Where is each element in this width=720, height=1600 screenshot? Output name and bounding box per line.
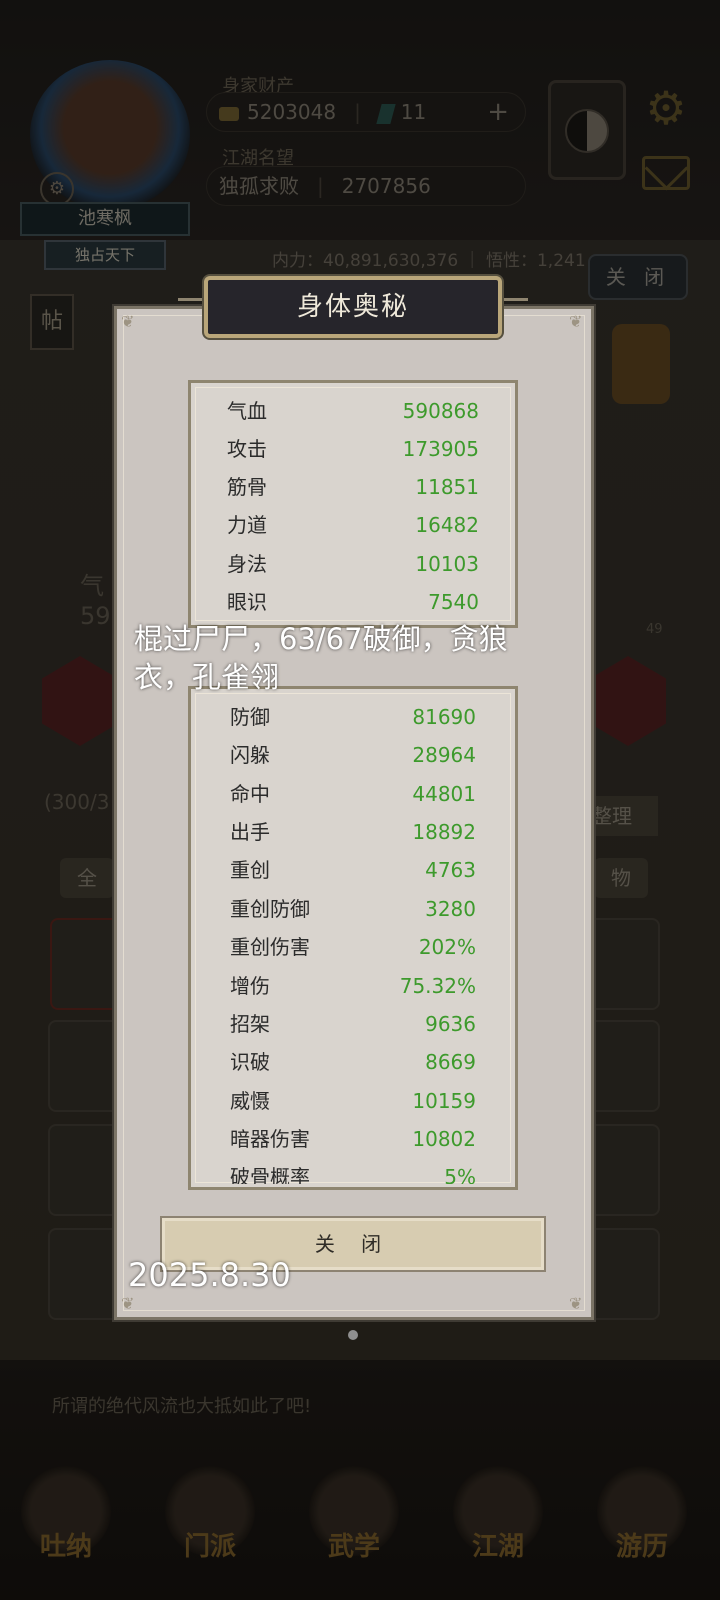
stat-name: 增伤 (230, 974, 270, 998)
dialog-title: 身体奥秘 (204, 276, 502, 338)
stat-row: 出手 18892 (230, 817, 476, 847)
stat-name: 筋骨 (227, 475, 267, 499)
stat-name: 重创 (230, 858, 270, 882)
stat-value: 590868 (402, 399, 479, 423)
stat-value: 173905 (402, 437, 479, 461)
stat-row: 身法 10103 (227, 549, 479, 579)
stat-row: 威慑 10159 (230, 1086, 476, 1116)
stat-value: 10103 (415, 552, 479, 576)
stat-row: 招架 9636 (230, 1009, 476, 1039)
stat-row: 破骨概率 5% (230, 1162, 476, 1184)
stat-row: 眼识 7540 (227, 587, 479, 617)
stat-value: 4763 (425, 858, 476, 882)
stat-row: 暗器伤害 10802 (230, 1124, 476, 1154)
stat-value: 5% (444, 1165, 476, 1184)
stat-value: 9636 (425, 1012, 476, 1036)
stat-name: 气血 (227, 399, 267, 423)
stat-name: 识破 (230, 1050, 270, 1074)
corner-ornament-icon: ❦ (121, 1294, 135, 1313)
stat-name: 破骨概率 (230, 1165, 310, 1184)
overlay-caption: 棍过尸尸，63/67破御，贪狼衣，孔雀翎 (134, 622, 508, 694)
stat-value: 8669 (425, 1050, 476, 1074)
corner-ornament-icon: ❦ (121, 312, 135, 331)
stat-value: 81690 (412, 705, 476, 729)
date-stamp: 2025.8.30 (128, 1256, 291, 1294)
stat-name: 重创伤害 (230, 935, 310, 959)
stats-scroll-area[interactable]: 防御 81690 闪躲 28964 命中 44801 出手 18892 重创 4763 重… (194, 692, 512, 1184)
stat-row: 闪躲 28964 (230, 740, 476, 770)
stat-value: 10802 (412, 1127, 476, 1151)
secondary-stats-panel[interactable]: 防御 81690 闪躲 28964 命中 44801 出手 18892 重创 4763 重… (188, 686, 518, 1190)
title-ornament-left (178, 298, 206, 318)
title-ornament-right (500, 298, 528, 318)
stat-name: 招架 (230, 1012, 270, 1036)
stat-name: 暗器伤害 (230, 1127, 310, 1151)
stat-row: 识破 8669 (230, 1047, 476, 1077)
stat-value: 75.32% (399, 974, 476, 998)
stat-row: 命中 44801 (230, 779, 476, 809)
stat-row: 重创防御 3280 (230, 894, 476, 924)
stat-row: 力道 16482 (227, 510, 479, 540)
page-indicator-dot (348, 1330, 358, 1340)
stat-name: 眼识 (227, 590, 267, 614)
stat-name: 防御 (230, 705, 270, 729)
stat-name: 出手 (230, 820, 270, 844)
stat-value: 28964 (412, 743, 476, 767)
stat-row: 防御 81690 (230, 702, 476, 732)
stat-row: 增伤 75.32% (230, 971, 476, 1001)
stat-value: 3280 (425, 897, 476, 921)
stat-value: 18892 (412, 820, 476, 844)
stat-row: 重创伤害 202% (230, 932, 476, 962)
stat-value: 10159 (412, 1089, 476, 1113)
stat-row: 筋骨 11851 (227, 472, 479, 502)
stat-name: 命中 (230, 782, 270, 806)
stat-value: 202% (418, 935, 476, 959)
stat-name: 力道 (227, 513, 267, 537)
stat-value: 11851 (415, 475, 479, 499)
stat-value: 44801 (412, 782, 476, 806)
stat-row: 重创 4763 (230, 855, 476, 885)
stat-value: 7540 (428, 590, 479, 614)
corner-ornament-icon: ❦ (569, 312, 583, 331)
stat-name: 闪躲 (230, 743, 270, 767)
stat-name: 攻击 (227, 437, 267, 461)
stat-value: 16482 (415, 513, 479, 537)
corner-ornament-icon: ❦ (569, 1294, 583, 1313)
stat-row: 气血 590868 (227, 396, 479, 426)
stat-name: 重创防御 (230, 897, 310, 921)
primary-stats-panel: 气血 590868 攻击 173905 筋骨 11851 力道 16482 身法 1010… (188, 380, 518, 628)
stat-row: 攻击 173905 (227, 434, 479, 464)
stat-name: 身法 (227, 552, 267, 576)
stat-name: 威慑 (230, 1089, 270, 1113)
